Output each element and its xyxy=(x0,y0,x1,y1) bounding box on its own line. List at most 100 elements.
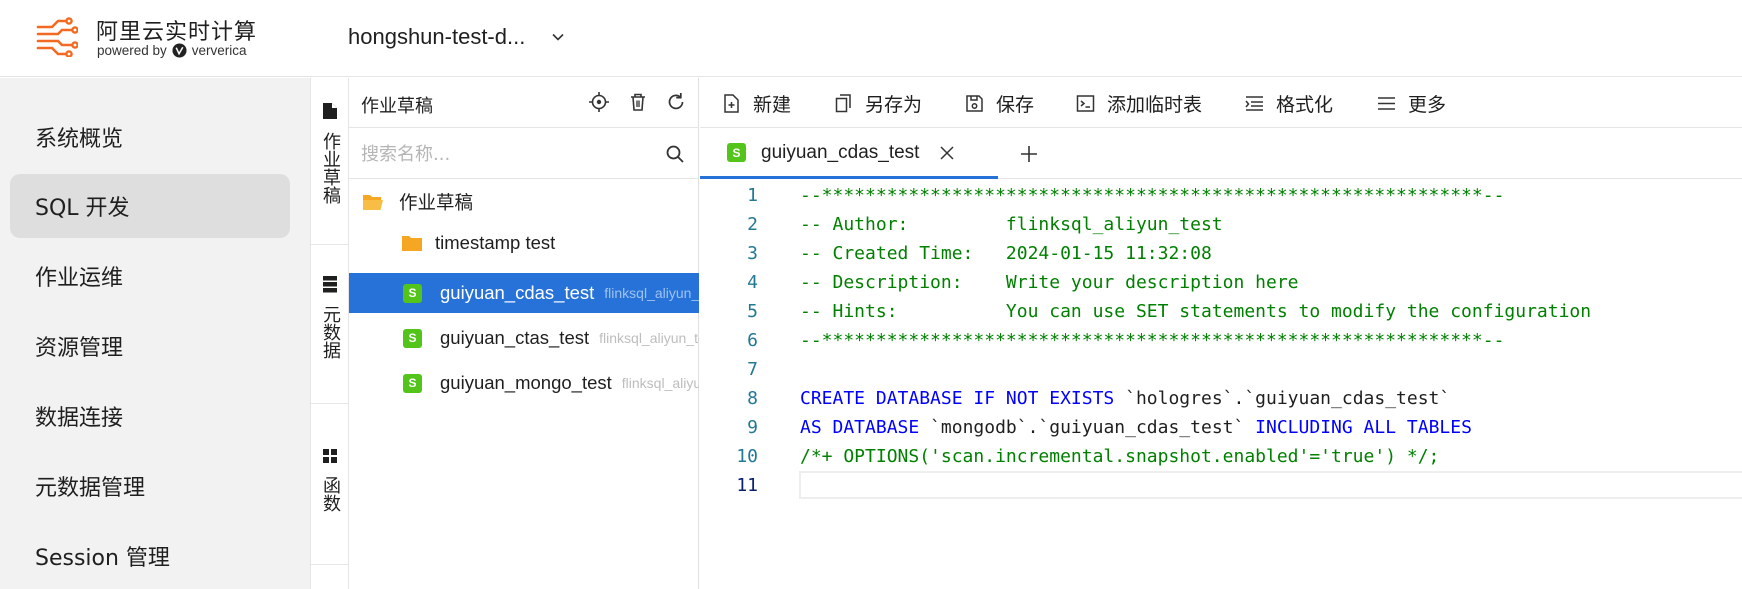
menu-icon xyxy=(1378,96,1395,110)
workspace-selector[interactable]: hongshun-test-d... xyxy=(348,24,565,50)
nav-item-sql-development[interactable]: SQL 开发 xyxy=(10,174,290,238)
realtime-compute-logo-icon[interactable] xyxy=(36,17,78,57)
line-number: 2 xyxy=(747,214,758,235)
add-temp-table-button-label: 添加临时表 xyxy=(1107,93,1203,116)
vtab-metadata[interactable]: 元数据 xyxy=(311,275,349,359)
close-icon[interactable] xyxy=(939,145,955,161)
nav-item-metadata-management[interactable]: 元数据管理 xyxy=(10,454,290,518)
new-button-label: 新建 xyxy=(753,93,792,116)
code-line[interactable]: 6 --*************************************… xyxy=(700,326,1742,355)
left-navigation: 系统概览 SQL 开发 作业运维 资源管理 数据连接 元数据管理 Session… xyxy=(0,78,310,589)
vtab-functions[interactable]: 函数 xyxy=(311,448,349,512)
folder-open-icon xyxy=(363,195,383,210)
vtab-drafts[interactable]: 作业草稿 xyxy=(311,102,349,204)
file-icon xyxy=(323,103,337,119)
code-line[interactable]: 2 -- Author: flinksql_aliyun_test xyxy=(700,210,1742,239)
tree-file-guiyuan-mongo-test[interactable]: S guiyuan_mongo_test flinksql_aliyun_tes… xyxy=(349,363,699,403)
format-button[interactable]: 格式化 xyxy=(1245,88,1333,118)
nav-item-job-operations[interactable]: 作业运维 xyxy=(10,244,290,308)
tree-folder-root[interactable]: 作业草稿 xyxy=(349,182,699,222)
save-button-label: 保存 xyxy=(996,93,1035,116)
sql-file-icon: S xyxy=(403,373,422,393)
refresh-icon[interactable] xyxy=(665,91,687,113)
line-number: 9 xyxy=(747,417,758,438)
line-number: 10 xyxy=(736,446,758,467)
tree-file-name: guiyuan_ctas_test xyxy=(440,327,590,348)
code-token: -- Description: Write your description h… xyxy=(800,272,1299,293)
save-icon xyxy=(966,94,983,112)
tree-file-name: guiyuan_mongo_test xyxy=(440,372,612,393)
code-token: -- Created Time: 2024-01-15 11:32:08 xyxy=(800,243,1212,264)
nav-item-session-management[interactable]: Session 管理 xyxy=(10,524,290,588)
code-text: /*+ OPTIONS('scan.incremental.snapshot.e… xyxy=(800,446,1439,467)
code-line[interactable]: 4 -- Description: Write your description … xyxy=(700,268,1742,297)
drafts-panel-title: 作业草稿 xyxy=(361,96,433,117)
code-token: --**************************************… xyxy=(800,185,1505,206)
tree-folder-timestamp[interactable]: timestamp test xyxy=(349,223,699,263)
new-button[interactable]: 新建 xyxy=(722,88,791,118)
drafts-search-input[interactable] xyxy=(361,140,651,168)
code-token: AS DATABASE xyxy=(800,417,920,438)
tree-folder-root-label: 作业草稿 xyxy=(399,192,474,213)
vtab-divider xyxy=(311,403,349,404)
add-tab-icon[interactable] xyxy=(1018,143,1040,165)
sql-file-icon: S xyxy=(403,328,422,348)
copy-icon xyxy=(835,93,851,112)
locate-icon[interactable] xyxy=(588,91,610,113)
code-line[interactable]: 10 /*+ OPTIONS('scan.incremental.snapshot… xyxy=(700,442,1742,471)
line-number: 7 xyxy=(747,359,758,380)
sql-code-editor[interactable]: 1 --*************************************… xyxy=(700,180,1742,589)
code-line[interactable]: 11 xyxy=(700,471,1742,500)
code-line[interactable]: 3 -- Created Time: 2024-01-15 11:32:08 xyxy=(700,239,1742,268)
line-number: 1 xyxy=(747,185,758,206)
code-token: CREATE DATABASE IF NOT EXISTS xyxy=(800,388,1115,409)
code-token: `hologres`.`guiyuan_cdas_test` xyxy=(1114,388,1451,409)
search-icon[interactable] xyxy=(665,144,685,164)
line-number: 6 xyxy=(747,330,758,351)
code-text: AS DATABASE `mongodb`.`guiyuan_cdas_test… xyxy=(800,417,1472,438)
code-token: --**************************************… xyxy=(800,330,1505,351)
editor-tab-bar: S guiyuan_cdas_test xyxy=(700,129,1742,179)
brand-powered-by: powered by xyxy=(97,43,167,58)
save-button[interactable]: 保存 xyxy=(965,88,1034,118)
vertical-tab-bar: 作业草稿 元数据 函数 xyxy=(310,78,349,589)
database-icon xyxy=(323,276,337,293)
tree-file-owner: flinksql_aliyun_test xyxy=(604,285,699,301)
sql-file-icon: S xyxy=(403,283,422,303)
line-number: 3 xyxy=(747,243,758,264)
save-as-button[interactable]: 另存为 xyxy=(834,88,922,118)
workspace-name: hongshun-test-d... xyxy=(348,24,526,49)
vtab-drafts-label: 作业草稿 xyxy=(320,132,341,204)
trash-icon[interactable] xyxy=(627,91,649,113)
line-number: 11 xyxy=(736,475,758,496)
add-temp-table-button[interactable]: 添加临时表 xyxy=(1076,88,1202,118)
nav-item-resource-management[interactable]: 资源管理 xyxy=(10,314,290,378)
editor-tab-guiyuan-cdas-test[interactable]: S guiyuan_cdas_test xyxy=(700,129,998,179)
terminal-icon xyxy=(1076,94,1095,112)
folder-icon xyxy=(402,236,422,251)
format-button-label: 格式化 xyxy=(1276,93,1334,116)
nav-item-overview[interactable]: 系统概览 xyxy=(10,105,290,169)
vtab-metadata-label: 元数据 xyxy=(320,305,341,359)
tree-file-guiyuan-cdas-test[interactable]: S guiyuan_cdas_test flinksql_aliyun_test xyxy=(349,273,699,313)
nav-item-data-connections[interactable]: 数据连接 xyxy=(10,384,290,448)
code-text: CREATE DATABASE IF NOT EXISTS `hologres`… xyxy=(800,388,1450,409)
brand-vendor: ververica xyxy=(191,43,247,58)
code-text: -- Description: Write your description h… xyxy=(800,272,1299,293)
code-line[interactable]: 7 xyxy=(700,355,1742,384)
format-icon xyxy=(1245,95,1263,111)
tree-file-guiyuan-ctas-test[interactable]: S guiyuan_ctas_test flinksql_aliyun_test xyxy=(349,318,699,358)
drafts-search xyxy=(349,129,699,179)
editor-tab-name: guiyuan_cdas_test xyxy=(761,141,920,163)
line-number: 8 xyxy=(747,388,758,409)
code-line[interactable]: 5 -- Hints: You can use SET statements to… xyxy=(700,297,1742,326)
code-text: -- Created Time: 2024-01-15 11:32:08 xyxy=(800,243,1212,264)
code-line[interactable]: 8 CREATE DATABASE IF NOT EXISTS `hologres… xyxy=(700,384,1742,413)
code-line[interactable]: 1 --*************************************… xyxy=(700,181,1742,210)
editor-toolbar: 新建 另存为 保存 添加临时表 格式化 更多 xyxy=(700,78,1742,128)
code-line[interactable]: 9 AS DATABASE `mongodb`.`guiyuan_cdas_tes… xyxy=(700,413,1742,442)
vtab-divider xyxy=(311,244,349,245)
sql-file-icon: S xyxy=(727,143,746,162)
more-button[interactable]: 更多 xyxy=(1377,88,1446,118)
code-text: -- Hints: You can use SET statements to … xyxy=(800,301,1591,322)
